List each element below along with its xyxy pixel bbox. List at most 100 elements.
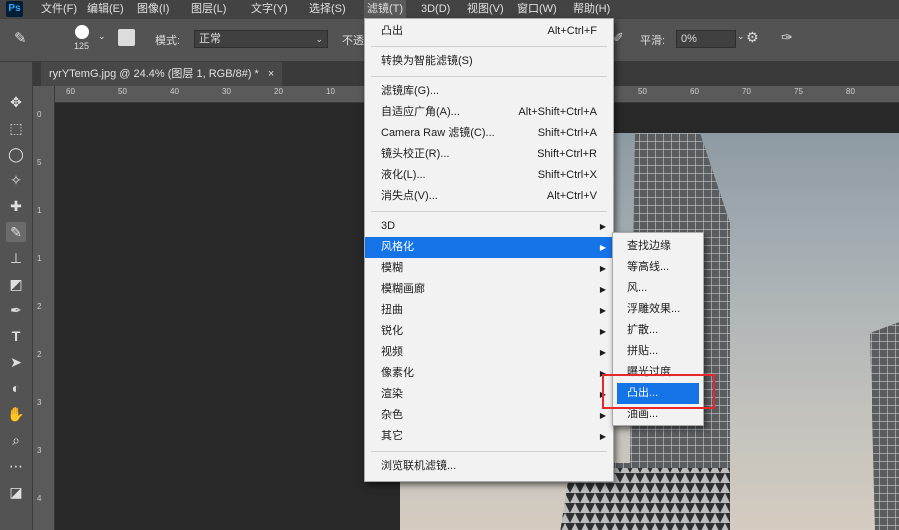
marquee-tool-icon[interactable]: ⬚ — [6, 118, 26, 138]
brush-preset-dot[interactable] — [75, 25, 89, 39]
menu-item-label: 凸出 — [381, 25, 403, 37]
filter-menu-item-3-9[interactable]: 杂色 ▶ — [365, 405, 613, 426]
menu-item-2[interactable]: 图像(I) — [134, 0, 172, 19]
stylize-item-3[interactable]: 浮雕效果... — [613, 299, 703, 320]
filter-menu-item-2-2[interactable]: Camera Raw 滤镜(C)... Shift+Ctrl+A — [365, 123, 613, 144]
filter-menu-item-3-10[interactable]: 其它 ▶ — [365, 426, 613, 447]
menu-item-label: 浮雕效果... — [627, 303, 681, 315]
close-icon[interactable]: × — [268, 68, 274, 80]
smoothing-value: 0% — [681, 33, 697, 45]
smoothing-field[interactable]: 0% — [676, 30, 736, 48]
menu-item-5[interactable]: 选择(S) — [306, 0, 349, 19]
stylize-item-0[interactable]: 查找边缘 — [613, 236, 703, 257]
chevron-down-icon[interactable]: ⌄ — [737, 31, 745, 42]
gear-icon[interactable]: ⚙ — [746, 29, 759, 46]
eraser-tool-icon[interactable]: ◩ — [6, 274, 26, 294]
opacity-label: 不透 — [342, 35, 364, 47]
more-tools-icon[interactable]: ⋯ — [6, 456, 26, 476]
move-tool-icon[interactable]: ✥ — [6, 92, 26, 112]
zoom-tool-icon[interactable]: ⌕ — [6, 430, 26, 450]
brush-size-label: 125 — [74, 41, 90, 51]
color-swatch-icon[interactable]: ◪ — [6, 482, 26, 502]
stylize-item-5[interactable]: 拼贴... — [613, 341, 703, 362]
menu-item-6[interactable]: 滤镜(T) — [364, 0, 407, 19]
stylize-item-4[interactable]: 扩散... — [613, 320, 703, 341]
filter-menu-item-2-3[interactable]: 镜头校正(R)... Shift+Ctrl+R — [365, 144, 613, 165]
quick-select-tool-icon[interactable]: ✧ — [6, 170, 26, 190]
brush-settings-icon[interactable] — [118, 29, 135, 46]
filter-menu-item-3-8[interactable]: 渲染 ▶ — [365, 384, 613, 405]
menu-item-shortcut: Shift+Ctrl+A — [537, 127, 597, 139]
ruler-tick-label: 1 — [37, 254, 42, 263]
chevron-down-icon[interactable]: ⌄ — [98, 31, 106, 42]
hand-tool-icon[interactable]: ✋ — [6, 404, 26, 424]
document-tab[interactable]: ryrYTemG.jpg @ 24.4% (图层 1, RGB/8#) * × — [41, 62, 283, 86]
submenu-arrow-icon: ▶ — [599, 348, 606, 357]
menu-item-label: 3D — [381, 220, 396, 232]
filter-menu-item-3-5[interactable]: 锐化 ▶ — [365, 321, 613, 342]
pen-tool-icon[interactable]: ✒ — [6, 300, 26, 320]
menu-item-3[interactable]: 图层(L) — [188, 0, 229, 19]
menu-item-label: 扭曲 — [381, 304, 403, 316]
mode-select[interactable]: 正常 ⌄ — [194, 30, 328, 48]
filter-menu-item-2-4[interactable]: 液化(L)... Shift+Ctrl+X — [365, 165, 613, 186]
menu-item-10[interactable]: 帮助(H) — [570, 0, 613, 19]
menu-item-label: 浏览联机滤镜... — [381, 460, 457, 472]
menu-item-1[interactable]: 编辑(E) — [84, 0, 127, 19]
menu-item-label: 消失点(V)... — [381, 190, 438, 202]
filter-menu-item-2-1[interactable]: 自适应广角(A)... Alt+Shift+Ctrl+A — [365, 102, 613, 123]
filter-menu-item-3-7[interactable]: 像素化 ▶ — [365, 363, 613, 384]
filter-menu-item-3-6[interactable]: 视频 ▶ — [365, 342, 613, 363]
menu-item-label: 其它 — [381, 430, 403, 442]
smoothing-label: 平滑: — [640, 35, 666, 47]
healing-brush-tool-icon[interactable]: ✚ — [6, 196, 26, 216]
menu-item-7[interactable]: 3D(D) — [418, 0, 453, 19]
brush-tool-icon[interactable]: ✎ — [6, 222, 26, 242]
stamp-tool-icon[interactable]: ⊥ — [6, 248, 26, 268]
filter-menu-item-2-0[interactable]: 滤镜库(G)... — [365, 81, 613, 102]
menu-item-label: 液化(L)... — [381, 169, 426, 181]
lasso-tool-icon[interactable]: ◯ — [6, 144, 26, 164]
filter-menu: 凸出 Alt+Ctrl+F 转换为智能滤镜(S) 滤镜库(G)... 自适应广角(A).… — [364, 18, 614, 482]
brush-tool-icon[interactable]: ✎ — [14, 29, 27, 47]
filter-menu-item-0-0[interactable]: 凸出 Alt+Ctrl+F — [365, 21, 613, 42]
menu-item-label: 视频 — [381, 346, 403, 358]
submenu-arrow-icon: ▶ — [599, 222, 606, 231]
filter-menu-item-4-0[interactable]: 浏览联机滤镜... — [365, 456, 613, 477]
filter-menu-item-3-1[interactable]: 风格化 ▶ — [365, 237, 613, 258]
filter-menu-item-3-2[interactable]: 模糊 ▶ — [365, 258, 613, 279]
document-tab-title: ryrYTemG.jpg @ 24.4% (图层 1, RGB/8#) * — [49, 68, 259, 80]
ruler-tick-label: 50 — [118, 87, 127, 96]
menu-separator — [371, 46, 607, 47]
stylize-item-1[interactable]: 等高线... — [613, 257, 703, 278]
menu-item-label: 像素化 — [381, 367, 414, 379]
filter-menu-item-3-3[interactable]: 模糊画廊 ▶ — [365, 279, 613, 300]
shape-tool-icon[interactable]: ◐ — [6, 378, 26, 398]
ruler-tick-label: 50 — [638, 87, 647, 96]
filter-menu-item-3-0[interactable]: 3D ▶ — [365, 216, 613, 237]
menu-item-shortcut: Alt+Ctrl+V — [546, 190, 597, 202]
menu-bar: Ps 文件(F) 编辑(E) 图像(I) 图层(L) 文字(Y) 选择(S) 滤镜(T) 3D… — [0, 0, 899, 19]
submenu-arrow-icon: ▶ — [599, 264, 606, 273]
menu-item-0[interactable]: 文件(F) — [38, 0, 80, 19]
menu-item-4[interactable]: 文字(Y) — [248, 0, 291, 19]
menu-item-shortcut: Alt+Ctrl+F — [547, 25, 597, 37]
type-tool-icon[interactable]: T — [6, 326, 26, 346]
menu-item-label: 滤镜库(G)... — [381, 85, 440, 97]
stylize-item-2[interactable]: 风... — [613, 278, 703, 299]
menu-item-label: 风格化 — [381, 241, 414, 253]
filter-menu-item-2-5[interactable]: 消失点(V)... Alt+Ctrl+V — [365, 186, 613, 207]
submenu-arrow-icon: ▶ — [599, 327, 606, 336]
symmetry-icon[interactable]: ✑ — [781, 29, 793, 46]
pressure-icon[interactable]: ✐ — [613, 30, 624, 46]
filter-menu-item-1-0[interactable]: 转换为智能滤镜(S) — [365, 51, 613, 72]
menu-item-label: 模糊 — [381, 262, 403, 274]
path-select-tool-icon[interactable]: ➤ — [6, 352, 26, 372]
submenu-arrow-icon: ▶ — [599, 285, 606, 294]
menu-item-9[interactable]: 窗口(W) — [514, 0, 560, 19]
annotation-highlight-box — [602, 374, 715, 409]
ruler-tick-label: 60 — [66, 87, 75, 96]
ruler-tick-label: 2 — [37, 302, 42, 311]
menu-item-8[interactable]: 视图(V) — [464, 0, 507, 19]
filter-menu-item-3-4[interactable]: 扭曲 ▶ — [365, 300, 613, 321]
